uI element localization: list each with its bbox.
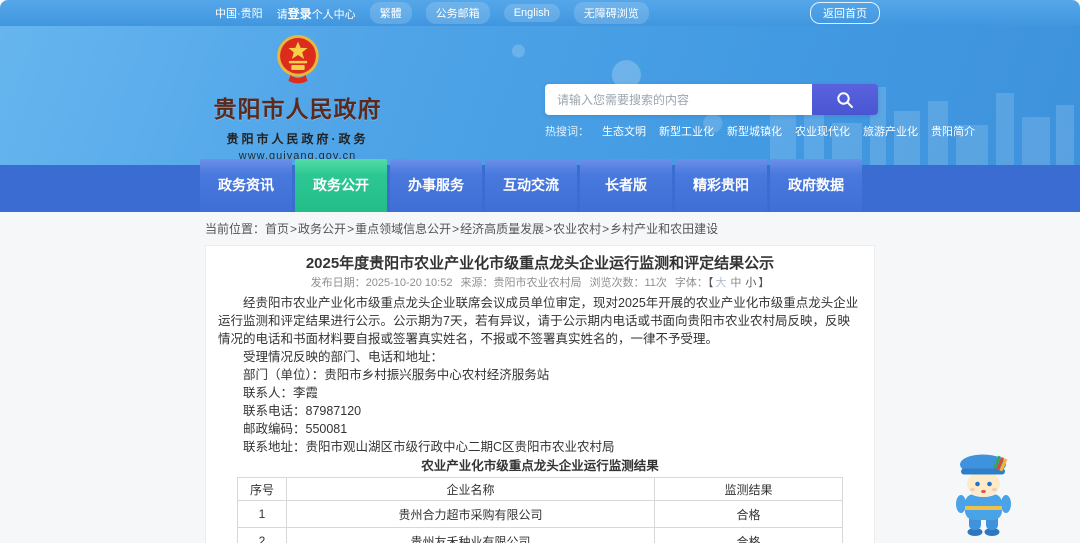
table-row: 1 贵州合力超市采购有限公司 合格 (237, 500, 843, 528)
search-area: 热搜词： 生态文明 新型工业化 新型城镇化 农业现代化 旅游产业化 贵阳简介 (545, 84, 975, 139)
hot-search-label: 热搜词： (545, 126, 589, 138)
breadcrumb-separator: > (347, 222, 355, 236)
article-paragraph: 经贵阳市农业产业化市级重点龙头企业联席会议成员单位审定，现对2025年开展的农业… (218, 296, 859, 346)
cell-result: 合格 (654, 500, 843, 528)
breadcrumb-separator: > (452, 222, 460, 236)
nav-tab-elder-version[interactable]: 长者版 (580, 159, 672, 212)
login-link[interactable]: 请登录个人中心 (277, 5, 356, 22)
table-row: 2 贵州友禾种业有限公司 合格 (237, 527, 843, 543)
accessibility-button[interactable]: 无障碍浏览 (573, 2, 649, 24)
english-button[interactable]: English (503, 4, 560, 22)
table-caption: 农业产业化市级重点龙头企业运行监测结果 (421, 459, 659, 473)
publish-date-label: 发布日期： (310, 277, 366, 289)
contact-line-phone: 联系电话：87987120 (243, 404, 362, 418)
breadcrumb-separator: > (602, 222, 610, 236)
search-input[interactable] (545, 84, 812, 115)
hot-search-row: 热搜词： 生态文明 新型工业化 新型城镇化 农业现代化 旅游产业化 贵阳简介 (545, 123, 975, 139)
site-subtitle: 贵阳市人民政府·政务 (226, 132, 369, 146)
nav-tab-gov-data[interactable]: 政府数据 (770, 159, 862, 212)
font-size-label: 字体： (674, 277, 708, 289)
back-home-button[interactable]: 返回首页 (810, 2, 880, 24)
table-header-row: 序号 企业名称 监测结果 (237, 477, 843, 501)
header-result: 监测结果 (654, 477, 843, 501)
hot-word-link[interactable]: 农业现代化 (795, 123, 850, 139)
crumb-link[interactable]: 政务公开 (298, 222, 346, 236)
article-meta: 发布日期：2025-10-20 10:52 来源：贵阳市农业农村局 浏览次数：11次… (218, 276, 862, 290)
source-value: 贵阳市农业农村局 (493, 277, 582, 289)
breadcrumb: 当前位置：首页>政务公开>重点领域信息公开>经济高质量发展>农业农村>乡村产业和… (205, 220, 1080, 237)
article-title: 2025年度贵阳市农业产业化市级重点龙头企业运行监测和评定结果公示 (305, 255, 775, 272)
main-content: 当前位置：首页>政务公开>重点领域信息公开>经济高质量发展>农业农村>乡村产业和… (0, 220, 1080, 543)
header-seq: 序号 (237, 477, 287, 501)
gov-mail-button[interactable]: 公务邮箱 (425, 2, 490, 24)
breadcrumb-separator: > (545, 222, 553, 236)
site-header: 贵阳市人民政府 贵阳市人民政府·政务 www.guiyang.gov.cn 热搜… (0, 26, 1080, 165)
login-strong: 登录 (287, 6, 312, 21)
cell-company: 贵州友禾种业有限公司 (285, 527, 656, 543)
crumb-link[interactable]: 首页 (265, 222, 289, 236)
publish-date: 2025-10-20 10:52 (365, 277, 453, 289)
font-size-large-button[interactable]: 大 (715, 277, 726, 289)
cell-result: 合格 (654, 527, 843, 543)
crumb-link[interactable]: 农业农村 (553, 222, 601, 236)
national-emblem-icon (276, 35, 319, 84)
login-prefix: 请 (276, 8, 288, 21)
hot-word-link[interactable]: 新型城镇化 (727, 123, 782, 139)
source-label: 来源： (460, 277, 494, 289)
search-icon (837, 91, 853, 108)
site-title: 贵阳市人民政府 (213, 96, 382, 122)
nav-tab-news[interactable]: 政务资讯 (200, 159, 292, 212)
views-value: 11次 (644, 277, 667, 289)
nav-tabs: 政务资讯 政务公开 办事服务 互动交流 长者版 精彩贵阳 政府数据 (200, 159, 862, 212)
page: 中国·贵阳 请登录个人中心 繁體 公务邮箱 English 无障碍浏览 返回首页 (0, 0, 1080, 543)
contact-line-postcode: 邮政编码：550081 (243, 422, 348, 436)
nav-tab-interaction[interactable]: 互动交流 (485, 159, 577, 212)
article-paragraph: 受理情况反映的部门、电话和地址： (243, 350, 444, 364)
cell-seq: 1 (237, 500, 287, 528)
mascot[interactable] (942, 451, 1022, 539)
crumb-link[interactable]: 重点领域信息公开 (355, 222, 451, 236)
font-size-small-button[interactable]: 小 (745, 277, 756, 289)
cell-company: 贵州合力超市采购有限公司 (285, 500, 656, 528)
site-logo[interactable]: 贵阳市人民政府 贵阳市人民政府·政务 www.guiyang.gov.cn (205, 32, 390, 162)
header-company: 企业名称 (285, 477, 656, 501)
nav-tab-highlights[interactable]: 精彩贵阳 (675, 159, 767, 212)
login-suffix: 个人中心 (311, 8, 356, 21)
main-nav: 政务资讯 政务公开 办事服务 互动交流 长者版 精彩贵阳 政府数据 (0, 159, 1080, 212)
topbar: 中国·贵阳 请登录个人中心 繁體 公务邮箱 English 无障碍浏览 返回首页 (0, 0, 1080, 26)
font-size-medium-button[interactable]: 中 (730, 277, 741, 289)
breadcrumb-separator: > (290, 222, 298, 236)
crumb-link[interactable]: 乡村产业和农田建设 (610, 222, 718, 236)
breadcrumb-label: 当前位置： (205, 222, 266, 236)
hot-word-link[interactable]: 贵阳简介 (931, 123, 975, 139)
contact-line-person: 联系人：李霞 (243, 386, 319, 400)
views-label: 浏览次数： (589, 277, 645, 289)
search-box (545, 84, 878, 115)
traditional-chinese-button[interactable]: 繁體 (369, 2, 412, 24)
hot-word-link[interactable]: 生态文明 (602, 123, 646, 139)
monitoring-results-table: 序号 企业名称 监测结果 1 贵州合力超市采购有限公司 合格 2 贵州友禾种业有… (237, 477, 843, 543)
bracket-open: 【 (707, 277, 714, 289)
hot-word-link[interactable]: 旅游产业化 (863, 123, 918, 139)
crumb-link[interactable]: 经济高质量发展 (460, 222, 544, 236)
contact-line-address: 联系地址：贵阳市观山湖区市级行政中心二期C区贵阳市农业农村局 (243, 440, 615, 454)
nav-tab-services[interactable]: 办事服务 (390, 159, 482, 212)
cell-seq: 2 (237, 527, 287, 543)
topbar-links: 中国·贵阳 请登录个人中心 繁體 公务邮箱 English 无障碍浏览 (215, 2, 649, 24)
hot-word-link[interactable]: 新型工业化 (659, 123, 714, 139)
contact-line-department: 部门（单位）：贵阳市乡村振兴服务中心农村经济服务站 (243, 368, 550, 382)
search-button[interactable] (812, 84, 878, 115)
article-card: 2025年度贵阳市农业产业化市级重点龙头企业运行监测和评定结果公示 发布日期：2… (205, 245, 875, 543)
region-link[interactable]: 中国·贵阳 (215, 5, 263, 21)
nav-tab-disclosure[interactable]: 政务公开 (295, 159, 387, 212)
bracket-close: 】 (758, 277, 770, 289)
